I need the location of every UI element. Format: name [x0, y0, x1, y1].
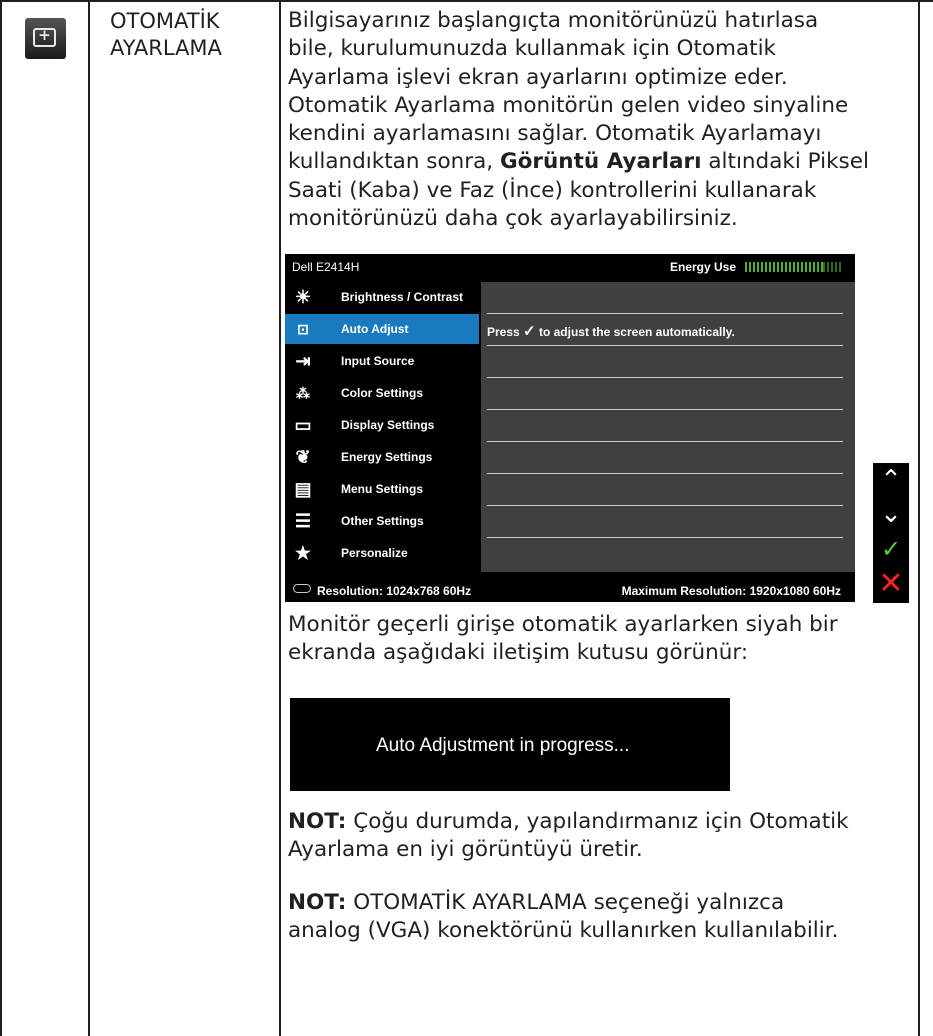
- brightness-icon: ☀: [294, 287, 312, 307]
- dialog-text: Auto Adjustment in progress...: [376, 735, 630, 756]
- input-source-icon: ⇥: [295, 351, 311, 371]
- star-icon: ★: [294, 543, 312, 563]
- osd-item-label: Display Settings: [341, 418, 435, 432]
- table-border-col1: [88, 0, 90, 1036]
- osd-item-brightness-contrast[interactable]: ☀ Brightness / Contrast: [285, 282, 479, 312]
- osd-item-label: Personalize: [341, 546, 408, 560]
- note-1: NOT: Çoğu durumda, yapılandırmanız için …: [288, 808, 913, 865]
- osd-item-label: Energy Settings: [341, 450, 433, 464]
- divider: [487, 377, 843, 378]
- text-line: ekranda aşağıdaki iletişim kutusu görünü…: [288, 640, 749, 666]
- vga-icon: [293, 584, 311, 593]
- text-line: bile, kurulumunuzda kullanmak için Otoma…: [288, 36, 777, 62]
- osd-item-menu-settings[interactable]: ▤ Menu Settings: [285, 474, 479, 504]
- note-label: NOT:: [288, 809, 347, 834]
- osd-max-resolution: Maximum Resolution: 1920x1080 60Hz: [621, 584, 841, 598]
- osd-item-label: Brightness / Contrast: [341, 290, 464, 304]
- table-border-left: [0, 0, 2, 1036]
- divider: [487, 505, 843, 506]
- osd-model: Dell E2414H: [292, 260, 360, 274]
- divider: [487, 409, 843, 410]
- osd-item-personalize[interactable]: ★ Personalize: [285, 538, 479, 568]
- text-line: Ayarlama işlevi ekran ayarlarını optimiz…: [288, 64, 788, 90]
- feature-title: OTOMATİK AYARLAMA: [110, 8, 270, 62]
- text-span: kullandıktan sonra,: [288, 149, 500, 175]
- text-line: Bilgisayarınız başlangıçta monitörünüzü …: [288, 8, 819, 33]
- text-line: analog (VGA) konektörünü kullanırken kul…: [288, 918, 839, 944]
- osd-menu-screenshot: Dell E2414H Energy Use ☀ Brightness / Co…: [285, 254, 855, 602]
- auto-adjust-icon: [25, 18, 66, 59]
- text-line: kendini ayarlamasını sağlar. Otomatik Ay…: [288, 121, 822, 147]
- osd-content-panel: Press ✓ to adjust the screen automatical…: [481, 282, 855, 572]
- text-span: Çoğu durumda, yapılandırmanız için Otoma…: [346, 809, 849, 834]
- bold-term: Görüntü Ayarları: [499, 149, 702, 175]
- feature-title-line1: OTOMATİK: [110, 9, 220, 33]
- osd-item-label: Menu Settings: [341, 482, 424, 496]
- text-line: NOT: Çoğu durumda, yapılandırmanız için …: [288, 808, 913, 836]
- check-icon: ✓: [523, 323, 536, 340]
- osd-item-other-settings[interactable]: ☰ Other Settings: [285, 506, 479, 536]
- energy-settings-icon: ❦: [295, 447, 311, 467]
- auto-adjust-icon: ⊡: [297, 321, 309, 337]
- text-line: Monitör geçerli girişe otomatik ayarlark…: [288, 612, 838, 637]
- table-top-border: [0, 0, 933, 2]
- text-span: OTOMATİK AYARLAMA seçeneği yalnızca: [346, 890, 785, 915]
- divider: [487, 537, 843, 538]
- chevron-up-icon[interactable]: ⌃: [873, 463, 909, 499]
- feature-title-line2: AYARLAMA: [110, 36, 222, 60]
- display-settings-icon: ▭: [294, 415, 312, 435]
- description-paragraph: Bilgisayarınız başlangıçta monitörünüzü …: [288, 7, 913, 233]
- osd-item-label: Other Settings: [341, 514, 424, 528]
- note-label: NOT:: [288, 890, 347, 915]
- osd-footer: Resolution: 1024x768 60Hz Maximum Resolu…: [285, 576, 855, 602]
- osd-item-auto-adjust[interactable]: ⊡ Auto Adjust: [285, 314, 479, 344]
- osd-resolution: Resolution: 1024x768 60Hz: [317, 584, 472, 598]
- table-border-right: [918, 0, 920, 1036]
- check-icon[interactable]: ✓: [873, 532, 909, 568]
- auto-adjust-progress-dialog: Auto Adjustment in progress...: [290, 698, 730, 791]
- text-line: kullandıktan sonra, Görüntü Ayarları alt…: [288, 148, 913, 176]
- osd-energy-label: Energy Use: [670, 260, 737, 274]
- chevron-down-icon[interactable]: ⌄: [873, 497, 909, 533]
- osd-item-label: Auto Adjust: [341, 322, 409, 336]
- osd-hint: Press ✓ to adjust the screen automatical…: [487, 322, 735, 340]
- other-settings-icon: ☰: [294, 511, 312, 531]
- text-line: Otomatik Ayarlama monitörün gelen video …: [288, 92, 849, 118]
- menu-settings-icon: ▤: [294, 479, 312, 499]
- text-span: altındaki Piksel: [701, 149, 869, 175]
- text-line: Saati (Kaba) ve Faz (İnce) kontrollerini…: [288, 177, 817, 203]
- dialog-intro-paragraph: Monitör geçerli girişe otomatik ayarlark…: [288, 611, 913, 668]
- osd-item-label: Input Source: [341, 354, 415, 368]
- osd-item-color-settings[interactable]: ⁂ Color Settings: [285, 378, 479, 408]
- osd-item-display-settings[interactable]: ▭ Display Settings: [285, 410, 479, 440]
- osd-item-input-source[interactable]: ⇥ Input Source: [285, 346, 479, 376]
- hint-text: to adjust the screen automatically.: [538, 325, 735, 339]
- divider: [487, 473, 843, 474]
- divider: [487, 441, 843, 442]
- divider: [487, 345, 843, 346]
- text-line: Ayarlama en iyi görüntüyü üretir.: [288, 837, 643, 863]
- osd-header: Dell E2414H Energy Use: [285, 254, 855, 280]
- table-border-col2: [279, 0, 281, 1036]
- hint-text: Press: [487, 325, 520, 339]
- osd-item-energy-settings[interactable]: ❦ Energy Settings: [285, 442, 479, 472]
- color-settings-icon: ⁂: [296, 385, 310, 401]
- divider: [487, 313, 843, 314]
- note-2: NOT: OTOMATİK AYARLAMA seçeneği yalnızca…: [288, 889, 913, 946]
- text-line: NOT: OTOMATİK AYARLAMA seçeneği yalnızca: [288, 889, 913, 917]
- energy-meter: [745, 262, 841, 272]
- text-line: monitörünüzü daha çok ayarlayabilirsiniz…: [288, 206, 738, 232]
- osd-menu-list: ☀ Brightness / Contrast ⊡ Auto Adjust ⇥ …: [285, 282, 479, 572]
- close-icon[interactable]: ✕: [873, 567, 909, 603]
- osd-item-label: Color Settings: [341, 386, 424, 400]
